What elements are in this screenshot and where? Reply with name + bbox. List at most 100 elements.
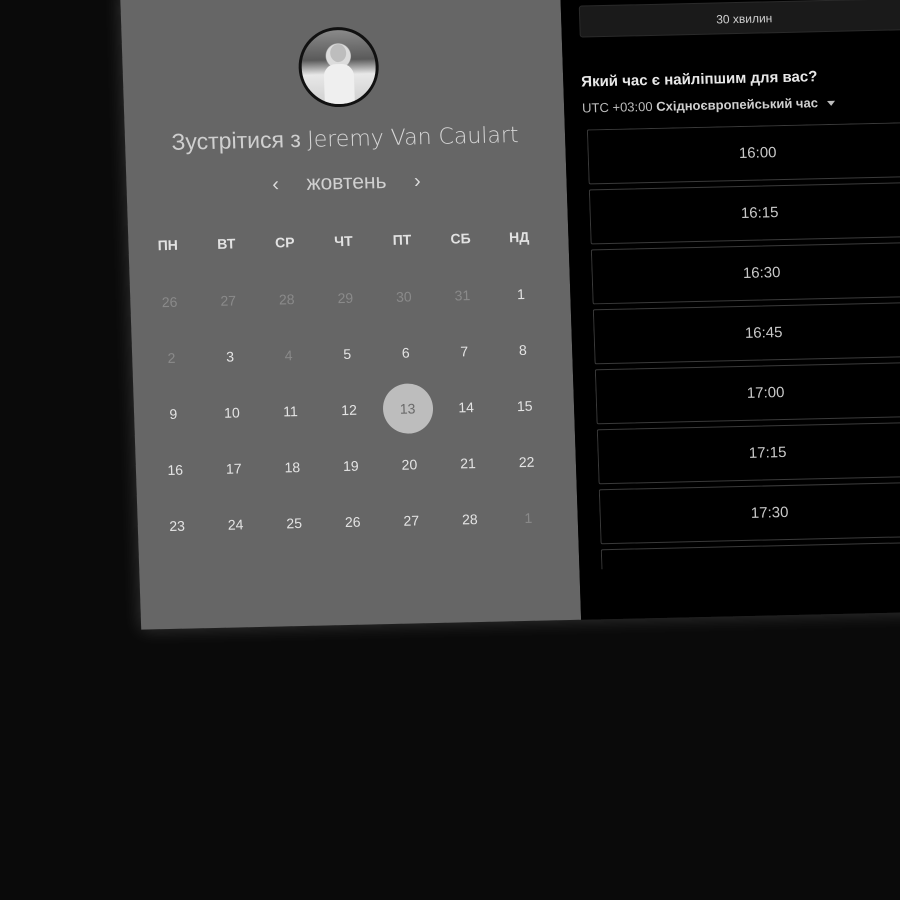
calendar-day[interactable]: 17 xyxy=(204,440,264,497)
calendar-day-number: 13 xyxy=(381,383,434,435)
calendar-day: 2 xyxy=(141,329,201,386)
calendar-day[interactable]: 16 xyxy=(145,441,205,498)
chevron-left-icon[interactable]: ‹ xyxy=(264,173,287,196)
calendar-day[interactable]: 26 xyxy=(323,493,383,550)
calendar-day[interactable]: 23 xyxy=(147,497,207,554)
host-name: Jeremy Van Caulart xyxy=(306,123,519,153)
calendar-day-number: 3 xyxy=(225,348,235,365)
time-slot-button[interactable]: 16:15 xyxy=(588,181,900,245)
calendar-day-number: 15 xyxy=(516,397,533,415)
time-slot-button[interactable]: 16:45 xyxy=(592,301,900,365)
chevron-right-icon[interactable]: › xyxy=(406,170,429,193)
time-panel: 30 хвилин Який час є найліпшим для вас? … xyxy=(559,0,900,620)
title-prefix: Зустрітися з xyxy=(171,125,302,155)
calendar-day-number: 29 xyxy=(337,289,354,307)
timezone-offset: UTC +03:00 xyxy=(581,98,653,116)
calendar-panel: Зустрітися з Jeremy Van Caulart ‹ жовтен… xyxy=(120,0,582,630)
calendar-day-selected[interactable]: 13 xyxy=(377,380,437,437)
weekday-label: ПТ xyxy=(392,231,412,248)
calendar-day[interactable]: 15 xyxy=(494,377,554,434)
calendar-day: 27 xyxy=(198,272,258,329)
timezone-name: Східноєвропейський час xyxy=(655,95,819,114)
calendar-day-number: 2 xyxy=(167,349,176,367)
calendar-day-number: 26 xyxy=(161,293,178,311)
weekday-label: СБ xyxy=(450,230,471,247)
calendar-day[interactable]: 6 xyxy=(376,324,436,381)
calendar-day[interactable]: 18 xyxy=(262,439,322,496)
weekday-label: СР xyxy=(274,234,295,251)
weekday-label: НД xyxy=(508,228,530,246)
calendar-day-number: 5 xyxy=(343,345,352,363)
calendar-day-number: 7 xyxy=(460,343,469,360)
avatar-head xyxy=(329,43,347,63)
time-slot-button[interactable]: 16:00 xyxy=(586,121,900,185)
weekday-label: ВТ xyxy=(216,235,236,252)
calendar-day[interactable]: 28 xyxy=(440,491,500,548)
calendar-day[interactable]: 3 xyxy=(200,328,260,385)
calendar-day[interactable]: 27 xyxy=(381,492,441,549)
calendar-day-number: 26 xyxy=(344,513,361,531)
avatar-figure xyxy=(323,63,355,105)
time-slot-button[interactable] xyxy=(600,541,900,570)
calendar-day-number: 30 xyxy=(395,288,412,305)
calendar-day-number: 28 xyxy=(278,291,295,308)
caret-down-icon xyxy=(827,100,836,107)
calendar-day-number: 6 xyxy=(401,344,410,361)
calendar-day: 29 xyxy=(315,269,375,326)
calendar-day-number: 1 xyxy=(516,285,526,303)
calendar-day[interactable]: 14 xyxy=(436,379,496,436)
weekday-header: ПН ВТ СР ЧТ ПТ СБ НД xyxy=(138,228,548,253)
calendar-day-number: 22 xyxy=(518,453,535,471)
month-navigation: ‹ жовтень › xyxy=(126,166,567,200)
calendar-day-number: 14 xyxy=(458,399,475,416)
time-slot-button[interactable]: 17:00 xyxy=(594,361,900,425)
calendar-day-number: 8 xyxy=(518,341,528,359)
calendar-day-number: 27 xyxy=(403,512,420,529)
calendar-day[interactable]: 24 xyxy=(205,496,265,553)
calendar-day[interactable]: 12 xyxy=(319,381,379,438)
calendar-day[interactable]: 8 xyxy=(493,321,553,378)
calendar-day: 31 xyxy=(432,267,492,324)
time-question: Який час є найліпшим для вас? xyxy=(580,68,818,91)
calendar-day: 26 xyxy=(139,273,199,330)
calendar-day-number: 9 xyxy=(169,405,178,422)
calendar-day-number: 20 xyxy=(401,456,418,473)
calendar-day[interactable]: 1 xyxy=(491,265,551,322)
weekday-label: ЧТ xyxy=(333,232,353,250)
calendar-day: 30 xyxy=(374,268,434,325)
calendar-day[interactable]: 20 xyxy=(379,436,439,493)
time-slot-list: 16:00 16:15 16:30 16:45 17:00 17:15 17:30 xyxy=(586,121,900,570)
calendar-day[interactable]: 11 xyxy=(260,383,320,440)
calendar-grid: 26 27 28 29 30 31 1 2 3 4 5 6 7 8 9 10 11 12 13 14 15 16 17 18 1… xyxy=(139,265,558,554)
calendar-day[interactable]: 7 xyxy=(434,323,494,380)
calendar-day-number: 17 xyxy=(225,460,242,477)
calendar-day[interactable]: 21 xyxy=(438,435,498,492)
time-slot-button[interactable]: 16:30 xyxy=(590,241,900,305)
timezone-selector[interactable]: UTC +03:00 Східноєвропейський час xyxy=(582,95,836,116)
time-slot-button[interactable]: 17:30 xyxy=(598,481,900,545)
calendar-day[interactable]: 9 xyxy=(143,385,203,442)
time-slot-button[interactable]: 17:15 xyxy=(596,421,900,485)
calendar-day: 28 xyxy=(257,271,317,328)
avatar xyxy=(297,26,380,108)
calendar-day[interactable]: 19 xyxy=(321,437,381,494)
calendar-day-number: 19 xyxy=(342,457,359,475)
calendar-day[interactable]: 10 xyxy=(202,384,262,441)
calendar-day-number: 16 xyxy=(167,461,184,479)
calendar-day-number: 11 xyxy=(282,403,299,420)
calendar-day[interactable]: 25 xyxy=(264,495,324,552)
calendar-day[interactable]: 22 xyxy=(496,433,556,490)
calendar-day-number: 1 xyxy=(524,509,533,526)
month-label: жовтень xyxy=(306,170,387,195)
calendar-day-number: 27 xyxy=(220,292,237,309)
calendar-day-number: 24 xyxy=(227,516,244,533)
calendar-day: 1 xyxy=(498,489,558,546)
calendar-day-number: 10 xyxy=(223,404,240,421)
calendar-day-number: 28 xyxy=(461,511,478,528)
page-title: Зустрітися з Jeremy Van Caulart xyxy=(125,120,566,157)
calendar-day[interactable]: 5 xyxy=(317,325,377,382)
calendar-day-number: 12 xyxy=(340,401,358,419)
duration-badge[interactable]: 30 хвилин xyxy=(578,0,900,38)
calendar-day-number: 18 xyxy=(284,459,301,476)
calendar-day-number: 31 xyxy=(454,287,471,304)
